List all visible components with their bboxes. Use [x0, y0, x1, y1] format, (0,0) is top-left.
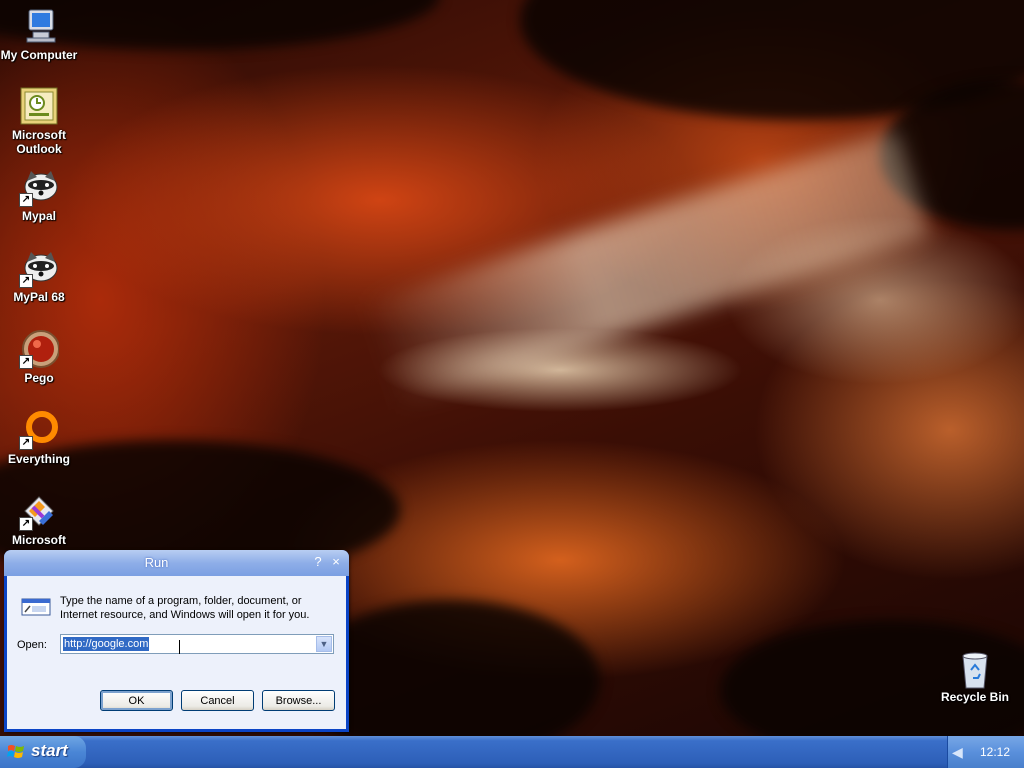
tray-expand-icon[interactable]: ◀: [952, 743, 966, 761]
desktop-background: My Computer Microsoft Outlook ↗ Mypal ↗ …: [0, 0, 1024, 736]
everything-icon: ↗: [19, 410, 59, 450]
windows-logo-icon: [7, 743, 25, 761]
desktop-icon-label: Pego: [24, 371, 54, 385]
run-program-icon: [20, 595, 52, 619]
visual-studio-icon: ↗: [19, 491, 59, 531]
pego-icon: ↗: [19, 329, 60, 369]
clock[interactable]: 12:12: [980, 745, 1010, 759]
shortcut-arrow-icon: ↗: [19, 355, 33, 369]
open-input[interactable]: http://google.com: [63, 637, 150, 651]
mypal68-icon: ↗: [19, 248, 59, 288]
run-description: Type the name of a program, folder, docu…: [60, 595, 310, 621]
system-tray: ◀ 12:12: [947, 736, 1024, 768]
taskbar: start ◀ 12:12: [0, 736, 1024, 768]
desktop-icon-microsoft[interactable]: ↗ Microsoft: [0, 491, 78, 547]
shortcut-arrow-icon: ↗: [19, 193, 33, 207]
desktop-icon-label: Recycle Bin: [940, 690, 1010, 704]
desktop-icon-label: MyPal 68: [13, 290, 65, 304]
open-label: Open:: [17, 639, 47, 651]
help-button[interactable]: ?: [310, 554, 326, 570]
desktop-icon-label: Mypal: [21, 209, 56, 223]
text-cursor: [179, 640, 180, 654]
open-combobox[interactable]: http://google.com ▼: [60, 634, 334, 654]
desktop-icon-label: Microsoft Outlook: [12, 128, 66, 156]
desktop-icon-mypal[interactable]: ↗ Mypal: [0, 167, 78, 223]
shortcut-arrow-icon: ↗: [19, 274, 33, 288]
my-computer-icon: [19, 6, 59, 46]
mypal-icon: ↗: [19, 167, 59, 207]
outlook-icon: [19, 86, 59, 126]
start-label: start: [31, 741, 68, 760]
desktop-icon-mypal68[interactable]: ↗ MyPal 68: [0, 248, 78, 304]
chevron-down-icon[interactable]: ▼: [316, 636, 332, 652]
ok-button[interactable]: OK: [100, 690, 173, 711]
browse-button[interactable]: Browse...: [262, 690, 335, 711]
desktop-icon-my-computer[interactable]: My Computer: [0, 6, 78, 62]
cancel-button[interactable]: Cancel: [181, 690, 254, 711]
desktop-icon-label: Everything: [7, 452, 70, 466]
close-button[interactable]: ×: [328, 554, 344, 570]
run-dialog-title: Run: [144, 555, 169, 570]
run-dialog[interactable]: Run ? × Type the name of a program, fold…: [4, 550, 349, 732]
start-button[interactable]: start: [0, 736, 86, 768]
desktop-icon-label: My Computer: [0, 48, 78, 62]
shortcut-arrow-icon: ↗: [19, 436, 33, 450]
shortcut-arrow-icon: ↗: [19, 517, 33, 531]
desktop-icon-everything[interactable]: ↗ Everything: [0, 410, 78, 466]
desktop-icon-outlook[interactable]: Microsoft Outlook: [0, 86, 78, 156]
recycle-bin-icon: [955, 648, 995, 689]
run-dialog-body: Type the name of a program, folder, docu…: [7, 576, 346, 729]
desktop-icon-label: Microsoft: [12, 533, 66, 547]
desktop-icon-pego[interactable]: ↗ Pego: [0, 329, 78, 385]
desktop-icon-recycle-bin[interactable]: Recycle Bin: [936, 648, 1014, 704]
run-dialog-titlebar[interactable]: Run ? ×: [4, 550, 349, 576]
